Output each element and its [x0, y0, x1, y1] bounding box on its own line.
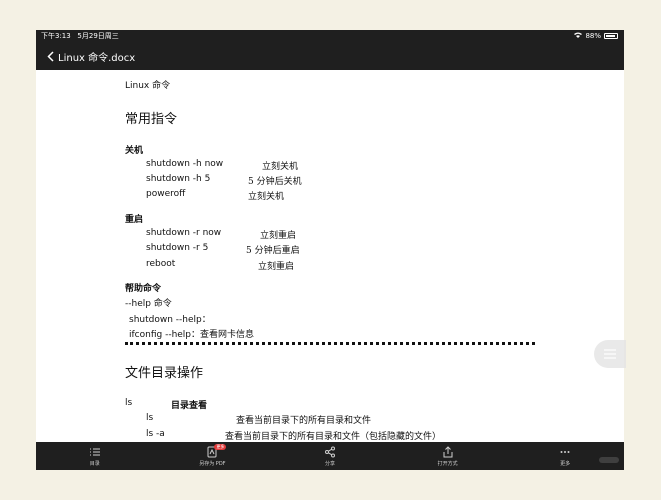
ls-label: ls — [125, 398, 133, 408]
cmd-desc: 立刻重启 — [260, 231, 297, 241]
cmd-desc: 立刻关机 — [248, 192, 285, 202]
cmd-text: reboot — [146, 259, 176, 269]
cmd-text: ls -a — [146, 429, 165, 439]
more-badge: 更多 — [214, 444, 227, 450]
toolbar-label: 打开方式 — [437, 460, 458, 467]
cmd-text: shutdown -r now — [146, 228, 222, 238]
bottom-toolbar: 目录 更多 另存为 PDF 分享 打开方式 更多 — [36, 442, 624, 470]
battery-icon — [604, 33, 618, 39]
floating-menu-button[interactable] — [594, 340, 626, 368]
open-with-button[interactable]: 打开方式 — [389, 442, 507, 470]
status-time-date: 下午3:13 5月29日周三 — [41, 30, 119, 42]
help-line: shutdown --help： — [129, 315, 211, 325]
subheading-ls: 目录查看 — [171, 401, 208, 411]
status-date: 5月29日周三 — [77, 32, 119, 40]
back-button[interactable] — [42, 42, 58, 70]
status-time: 下午3:13 — [41, 32, 71, 40]
section-heading-common: 常用指令 — [125, 112, 178, 127]
section-heading-files: 文件目录操作 — [125, 366, 204, 381]
save-as-pdf-button[interactable]: 更多 另存为 PDF — [154, 442, 272, 470]
toc-button[interactable]: 目录 — [36, 442, 154, 470]
help-line: ifconfig --help：查看网卡信息 — [129, 330, 255, 340]
dotted-divider — [125, 342, 535, 345]
cmd-text: shutdown -h now — [146, 159, 224, 169]
subheading-reboot: 重启 — [125, 215, 144, 225]
status-right: 88% — [574, 30, 618, 42]
cmd-desc: 查看当前目录下的所有目录和文件 — [236, 416, 372, 426]
toolbar-label: 另存为 PDF — [199, 460, 226, 467]
wifi-icon — [574, 30, 583, 42]
list-icon — [89, 448, 100, 455]
cmd-text: shutdown -r 5 — [146, 243, 209, 253]
toolbar-label: 更多 — [560, 460, 571, 467]
cmd-desc: 5 分钟后关机 — [248, 177, 302, 187]
device-screen: 下午3:13 5月29日周三 88% Linux 命令.docx Linux 命… — [36, 30, 624, 470]
toolbar-label: 分享 — [324, 460, 335, 467]
cmd-desc: 立刻关机 — [262, 162, 299, 172]
doc-heading-top: Linux 命令 — [125, 81, 171, 91]
open-with-icon — [443, 445, 453, 457]
home-indicator — [599, 457, 619, 463]
status-bar: 下午3:13 5月29日周三 88% — [36, 30, 624, 42]
more-button[interactable]: 更多 — [506, 442, 624, 470]
cmd-text: poweroff — [146, 189, 186, 199]
subheading-help: 帮助命令 — [125, 284, 162, 294]
subheading-shutdown: 关机 — [125, 146, 144, 156]
battery-percent: 88% — [585, 32, 601, 40]
cmd-text: shutdown -h 5 — [146, 174, 211, 184]
document-title: Linux 命令.docx — [58, 52, 136, 64]
share-button[interactable]: 分享 — [271, 442, 389, 470]
menu-icon — [604, 349, 616, 359]
share-icon — [324, 446, 335, 457]
more-icon — [560, 450, 570, 453]
cmd-desc: 5 分钟后重启 — [246, 246, 300, 256]
cmd-desc: 立刻重启 — [258, 262, 295, 272]
help-line: --help 命令 — [125, 299, 172, 309]
toolbar-label: 目录 — [89, 460, 100, 467]
nav-bar: Linux 命令.docx — [36, 42, 624, 70]
cmd-desc: 查看当前目录下的所有目录和文件（包括隐藏的文件） — [225, 432, 442, 442]
chevron-left-icon — [46, 50, 54, 62]
cmd-text: ls — [146, 413, 154, 423]
document-view[interactable]: Linux 命令 常用指令 关机 shutdown -h now 立刻关机 sh… — [36, 70, 624, 442]
